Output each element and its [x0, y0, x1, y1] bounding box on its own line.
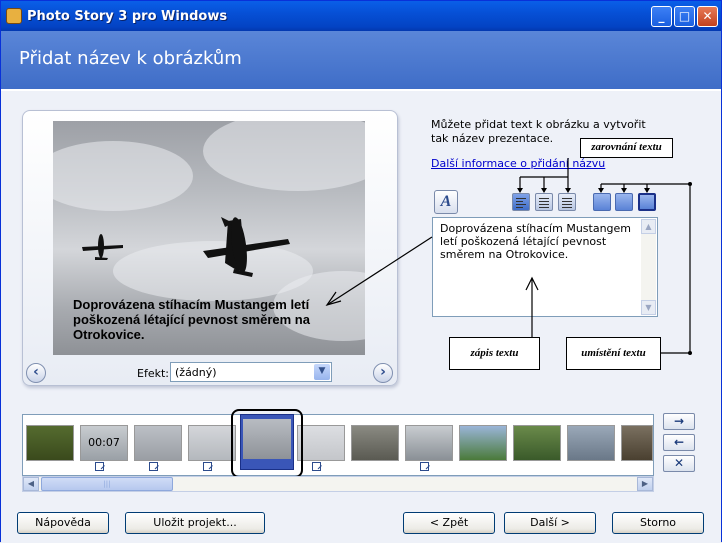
- scroll-down-icon[interactable]: ▼: [641, 300, 656, 315]
- next-button[interactable]: Další >: [504, 512, 596, 534]
- align-right-button[interactable]: [558, 193, 576, 211]
- maximize-button[interactable]: □: [674, 6, 695, 27]
- save-project-button[interactable]: Uložit projekt...: [125, 512, 265, 534]
- chevron-down-icon[interactable]: ▼: [314, 364, 330, 380]
- scroll-left-icon[interactable]: ◀: [23, 477, 39, 491]
- edit-icon[interactable]: [312, 462, 321, 471]
- photo-preview: Doprovázena stíhacím Mustangem letí pošk…: [53, 121, 365, 355]
- align-left-button[interactable]: [512, 193, 530, 211]
- back-button[interactable]: < Zpět: [403, 512, 495, 534]
- font-button[interactable]: A: [434, 190, 458, 214]
- thumbnail[interactable]: [621, 425, 653, 461]
- thumbnail[interactable]: [188, 425, 236, 461]
- efekt-value: (žádný): [175, 366, 217, 379]
- textarea-scrollbar[interactable]: ▲ ▼: [641, 219, 656, 315]
- callout-position: umístění textu: [566, 337, 661, 370]
- thumbnail[interactable]: [513, 425, 561, 461]
- minimize-button[interactable]: _: [651, 6, 672, 27]
- thumbnail[interactable]: [134, 425, 182, 461]
- edit-icon[interactable]: [203, 462, 212, 471]
- help-link[interactable]: Další informace o přidání názvu: [431, 157, 605, 170]
- cancel-button[interactable]: Storno: [612, 512, 704, 534]
- page-title: Přidat název k obrázkům: [19, 48, 242, 69]
- callout-entry: zápis textu: [449, 337, 540, 370]
- align-center-button[interactable]: [535, 193, 553, 211]
- caption-text: Doprovázena stíhacím Mustangem letí pošk…: [440, 222, 632, 261]
- scroll-up-icon[interactable]: ▲: [641, 219, 656, 234]
- position-middle-button[interactable]: [615, 193, 633, 211]
- thumbnail[interactable]: [297, 425, 345, 461]
- thumbnail[interactable]: [26, 425, 74, 461]
- position-top-button[interactable]: [593, 193, 611, 211]
- help-button[interactable]: Nápověda: [17, 512, 109, 534]
- thumbnail[interactable]: [459, 425, 507, 461]
- page-header: Přidat název k obrázkům: [1, 31, 721, 89]
- selection-highlight-ring: [231, 409, 303, 478]
- move-back-button[interactable]: ←: [663, 434, 695, 451]
- thumbnail-duration: 00:07: [88, 436, 120, 449]
- edit-icon[interactable]: [420, 462, 429, 471]
- window-title: Photo Story 3 pro Windows: [27, 9, 228, 24]
- close-button[interactable]: ✕: [697, 6, 718, 27]
- position-bottom-button[interactable]: [638, 193, 656, 211]
- title-bar: Photo Story 3 pro Windows _ □ ✕: [1, 1, 721, 31]
- efekt-select[interactable]: (žádný) ▼: [170, 362, 332, 382]
- move-forward-button[interactable]: →: [663, 413, 695, 430]
- callout-alignment: zarovnání textu: [580, 138, 673, 158]
- app-icon: [6, 8, 22, 24]
- caption-textarea[interactable]: Doprovázena stíhacím Mustangem letí pošk…: [432, 217, 658, 317]
- thumbnail[interactable]: 00:07: [80, 425, 128, 461]
- prev-photo-button[interactable]: ‹: [26, 363, 46, 383]
- thumbnail[interactable]: [567, 425, 615, 461]
- efekt-label: Efekt:: [137, 367, 169, 380]
- thumbnail[interactable]: [405, 425, 453, 461]
- scrollbar-thumb[interactable]: |||: [41, 477, 173, 491]
- edit-icon[interactable]: [95, 462, 104, 471]
- chevron-left-icon: ‹: [33, 364, 39, 380]
- filmstrip-scrollbar[interactable]: ◀ ||| ▶: [22, 476, 654, 492]
- edit-icon[interactable]: [149, 462, 158, 471]
- scroll-right-icon[interactable]: ▶: [637, 477, 653, 491]
- font-icon: A: [440, 193, 452, 210]
- photo-caption: Doprovázena stíhacím Mustangem letí pošk…: [73, 297, 310, 342]
- thumbnail[interactable]: [351, 425, 399, 461]
- chevron-right-icon: ›: [380, 364, 386, 380]
- remove-photo-button[interactable]: ✕: [663, 455, 695, 472]
- next-photo-button[interactable]: ›: [373, 363, 393, 383]
